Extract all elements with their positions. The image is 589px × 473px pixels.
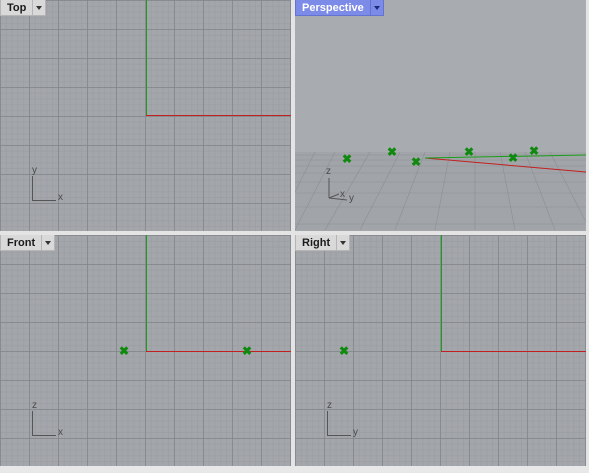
point-marker-2[interactable]: ✖ xyxy=(387,146,397,158)
x-axis-line xyxy=(146,115,291,116)
axis-gizmo: z x xyxy=(30,401,70,441)
z-axis-line xyxy=(146,235,147,351)
dropdown-arrow-icon[interactable] xyxy=(337,235,351,251)
viewport-top[interactable]: Top y x xyxy=(0,0,291,231)
dropdown-arrow-icon[interactable] xyxy=(42,235,56,251)
y-axis-line xyxy=(441,351,586,352)
z-axis-line xyxy=(441,235,442,351)
viewport-label[interactable]: Top xyxy=(0,0,34,16)
x-axis-line xyxy=(146,351,291,352)
gizmo-y-label: y xyxy=(32,165,37,176)
dropdown-arrow-icon[interactable] xyxy=(33,0,47,16)
point-marker-6[interactable]: ✖ xyxy=(529,145,539,157)
gizmo-z-label: z xyxy=(327,400,332,411)
point-marker-9[interactable]: ✖ xyxy=(339,345,349,357)
point-marker-3[interactable]: ✖ xyxy=(411,156,421,168)
viewport-tab-right[interactable]: Right xyxy=(295,235,351,251)
viewport-tab-front[interactable]: Front xyxy=(0,235,56,251)
viewport-right[interactable]: Right ✖ z y xyxy=(295,235,586,466)
gizmo-z-label: z xyxy=(32,400,37,411)
gizmo-y-label: y xyxy=(353,427,358,438)
status-bar xyxy=(0,466,589,473)
axis-gizmo: y x xyxy=(30,166,70,206)
y-axis-line xyxy=(146,0,147,115)
axis-gizmo: z y xyxy=(325,401,365,441)
viewport-tab-top[interactable]: Top xyxy=(0,0,47,16)
viewport-label[interactable]: Perspective xyxy=(295,0,371,16)
point-marker-7[interactable]: ✖ xyxy=(119,345,129,357)
viewport-label[interactable]: Right xyxy=(295,235,338,251)
viewport-label[interactable]: Front xyxy=(0,235,43,251)
point-marker-1[interactable]: ✖ xyxy=(342,153,352,165)
viewport-front[interactable]: Front ✖ ✖ z x xyxy=(0,235,291,466)
viewport-tab-perspective[interactable]: Perspective xyxy=(295,0,384,16)
perspective-axes xyxy=(424,154,586,173)
point-marker-4[interactable]: ✖ xyxy=(464,146,474,158)
gizmo-x-label: x xyxy=(58,192,63,203)
gizmo-x-label: x xyxy=(58,427,63,438)
point-marker-5[interactable]: ✖ xyxy=(508,152,518,164)
dropdown-arrow-icon[interactable] xyxy=(370,0,384,16)
point-marker-8[interactable]: ✖ xyxy=(242,345,252,357)
viewport-perspective[interactable]: Perspective ✖ ✖ ✖ ✖ ✖ ✖ z x y xyxy=(295,0,586,231)
